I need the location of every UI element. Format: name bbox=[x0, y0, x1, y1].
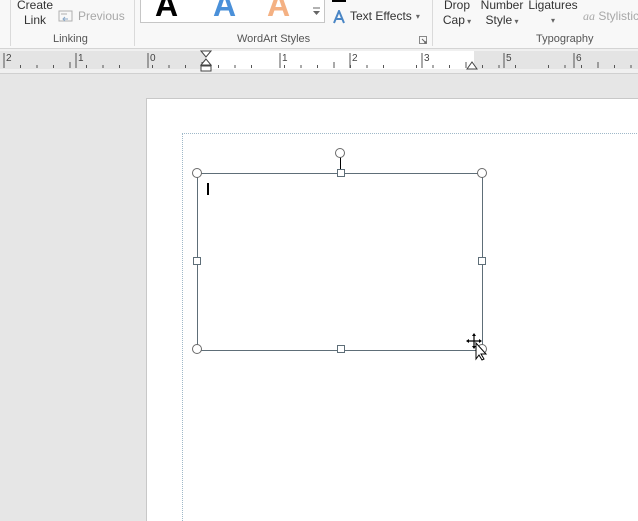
create-link-label-line1: Create bbox=[16, 0, 54, 12]
group-separator bbox=[432, 0, 433, 46]
stylistic-label: Stylistic bbox=[598, 9, 638, 23]
text-effects-icon bbox=[333, 9, 345, 23]
move-cursor-icon bbox=[466, 333, 488, 361]
number-style-button[interactable]: Number Style ▾ bbox=[479, 0, 525, 29]
number-style-label-line1: Number bbox=[480, 0, 524, 12]
resize-handle-top[interactable] bbox=[337, 169, 345, 177]
ligatures-button[interactable]: Ligatures ▾ bbox=[527, 0, 579, 28]
horizontal-ruler[interactable]: 2 1 0 1 2 3 5 6 bbox=[0, 49, 638, 74]
drop-cap-button[interactable]: Drop Cap ▾ bbox=[440, 0, 474, 29]
text-effects-button[interactable]: Text Effects ▾ bbox=[332, 9, 420, 24]
ligatures-label: Ligatures bbox=[528, 0, 578, 12]
ruler-label: 2 bbox=[6, 53, 12, 64]
dropdown-arrow-icon: ▾ bbox=[415, 12, 420, 21]
wordart-styles-gallery[interactable]: A A A bbox=[140, 0, 312, 23]
ruler-label: 0 bbox=[150, 53, 156, 64]
text-fill-color-bar bbox=[332, 0, 346, 2]
stylistic-icon: aa bbox=[583, 9, 595, 23]
ruler-label: 3 bbox=[424, 53, 430, 64]
number-style-label-line2: Style bbox=[485, 13, 513, 27]
text-box[interactable] bbox=[197, 173, 483, 351]
typography-group-label: Typography bbox=[536, 33, 594, 45]
dialog-launcher-icon[interactable] bbox=[419, 36, 428, 45]
drop-cap-label-line1: Drop bbox=[443, 0, 470, 12]
dropdown-arrow-icon: ▾ bbox=[512, 17, 519, 26]
resize-handle-top-left[interactable] bbox=[192, 168, 202, 178]
drop-cap-label-line2: Cap bbox=[442, 13, 465, 27]
previous-button[interactable]: Previous bbox=[58, 9, 125, 24]
resize-handle-bottom[interactable] bbox=[337, 345, 345, 353]
wordart-style-2[interactable]: A bbox=[213, 0, 236, 24]
ruler-label: 2 bbox=[352, 53, 358, 64]
ruler-label: 1 bbox=[282, 53, 288, 64]
ruler-label: 6 bbox=[576, 53, 582, 64]
gallery-more-icon bbox=[313, 7, 320, 15]
wordart-group-label: WordArt Styles bbox=[237, 33, 311, 45]
previous-link-icon bbox=[58, 10, 73, 21]
previous-label: Previous bbox=[78, 9, 125, 23]
indent-marker[interactable] bbox=[200, 49, 212, 73]
dropdown-arrow-icon: ▾ bbox=[464, 17, 472, 26]
group-separator bbox=[134, 0, 135, 46]
right-indent-marker[interactable] bbox=[466, 58, 478, 70]
ruler-label: 5 bbox=[506, 53, 512, 64]
wordart-gallery-more-button[interactable] bbox=[310, 0, 325, 23]
wordart-style-3[interactable]: A bbox=[267, 0, 290, 24]
resize-handle-bottom-left[interactable] bbox=[192, 344, 202, 354]
rotation-handle[interactable] bbox=[335, 148, 345, 158]
ruler-ticks: 2 1 0 1 2 3 5 6 bbox=[3, 53, 632, 68]
group-separator bbox=[10, 0, 11, 46]
create-link-button[interactable]: Create Link bbox=[14, 0, 56, 28]
resize-handle-top-right[interactable] bbox=[477, 168, 487, 178]
text-effects-label: Text Effects bbox=[350, 9, 412, 23]
stylistic-sets-button[interactable]: aa Stylistic bbox=[583, 9, 638, 24]
ruler-label: 1 bbox=[78, 53, 84, 64]
ribbon: Create Link Previous Linking A A A Text … bbox=[0, 0, 638, 49]
text-cursor bbox=[207, 183, 209, 195]
resize-handle-right[interactable] bbox=[478, 257, 486, 265]
linking-group-label: Linking bbox=[53, 33, 88, 45]
dropdown-arrow-icon: ▾ bbox=[550, 16, 555, 25]
create-link-label-line2: Link bbox=[23, 13, 46, 27]
resize-handle-left[interactable] bbox=[193, 257, 201, 265]
wordart-style-1[interactable]: A bbox=[155, 0, 178, 24]
